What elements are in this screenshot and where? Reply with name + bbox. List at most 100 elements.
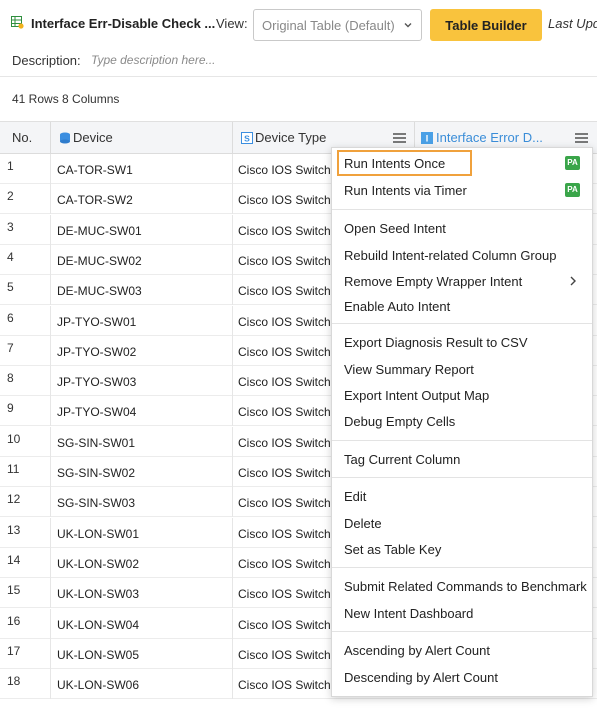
column-menu-icon[interactable] (575, 133, 588, 143)
menu-item-rebuild-intent-related-column-group[interactable]: Rebuild Intent-related Column Group (332, 242, 592, 268)
chevron-down-icon (404, 23, 412, 28)
device-cell[interactable]: JP-TYO-SW01 (57, 315, 136, 329)
column-divider (50, 396, 51, 427)
menu-item-run-intents-once[interactable]: Run Intents Once (337, 150, 472, 176)
menu-item-remove-empty-wrapper-intent[interactable]: Remove Empty Wrapper Intent (332, 268, 592, 294)
device-type-cell: Cisco IOS Switch (238, 284, 331, 299)
column-divider (232, 669, 233, 700)
row-number: 9 (7, 401, 14, 416)
column-divider (232, 214, 233, 245)
menu-divider (332, 567, 592, 568)
header-no[interactable]: No. (12, 122, 32, 154)
column-menu-icon[interactable] (393, 133, 406, 143)
menu-item-label: Enable Auto Intent (344, 299, 451, 314)
device-cell[interactable]: CA-TOR-SW1 (57, 163, 133, 177)
device-cell[interactable]: UK-LON-SW04 (57, 618, 139, 632)
column-divider (50, 457, 51, 487)
menu-item-open-seed-intent[interactable]: Open Seed Intent (332, 215, 592, 241)
menu-item-submit-related-commands-to-benchmark[interactable]: Submit Related Commands to Benchmark (332, 573, 592, 599)
view-label: View: (216, 16, 248, 31)
row-number: 1 (7, 159, 14, 173)
menu-item-edit[interactable]: Edit (332, 483, 592, 509)
column-divider (232, 517, 233, 548)
column-divider (232, 457, 233, 487)
device-cell[interactable]: SG-SIN-SW03 (57, 496, 135, 510)
menu-item-label: Set as Table Key (344, 542, 442, 557)
device-cell[interactable]: UK-LON-SW05 (57, 648, 139, 662)
device-cell[interactable]: CA-TOR-SW2 (57, 193, 133, 207)
device-type-cell: Cisco IOS Switch (238, 466, 331, 480)
header-device-type[interactable]: Device Type (255, 122, 326, 154)
header-device[interactable]: Device (73, 122, 113, 154)
row-number: 3 (7, 219, 14, 234)
menu-item-delete[interactable]: Delete (332, 510, 592, 536)
device-cell[interactable]: DE-MUC-SW01 (57, 224, 142, 238)
description-row: Description: (0, 47, 597, 75)
description-label: Description: (12, 53, 81, 68)
menu-item-label: Export Diagnosis Result to CSV (344, 335, 528, 350)
database-icon (60, 132, 70, 144)
pa-badge-icon: PA (565, 183, 580, 197)
menu-divider (332, 209, 592, 210)
menu-divider (332, 477, 592, 478)
column-divider (232, 275, 233, 306)
device-cell[interactable]: DE-MUC-SW02 (57, 254, 142, 268)
menu-item-tag-current-column[interactable]: Tag Current Column (332, 446, 592, 472)
device-cell[interactable]: JP-TYO-SW02 (57, 345, 136, 359)
table-app-icon (11, 16, 24, 29)
menu-item-label: Edit (344, 489, 367, 504)
menu-item-ascending-by-alert-count[interactable]: Ascending by Alert Count (332, 637, 592, 663)
column-divider (232, 638, 233, 669)
device-cell[interactable]: SG-SIN-SW01 (57, 436, 135, 450)
device-cell[interactable]: UK-LON-SW02 (57, 557, 139, 571)
view-select[interactable]: Original Table (Default) (253, 9, 422, 41)
device-cell[interactable]: JP-TYO-SW03 (57, 375, 136, 389)
menu-item-label: Delete (344, 516, 382, 531)
column-divider (50, 487, 51, 518)
device-cell[interactable]: UK-LON-SW01 (57, 527, 139, 541)
column-divider (50, 335, 51, 366)
menu-item-run-intents-via-timer[interactable]: Run Intents via Timer (332, 177, 592, 203)
device-type-cell: Cisco IOS Switch (238, 617, 331, 632)
device-type-cell: Cisco IOS Switch (238, 223, 331, 238)
column-divider (232, 244, 233, 275)
menu-item-enable-auto-intent[interactable]: Enable Auto Intent (332, 293, 592, 319)
table-builder-button[interactable]: Table Builder (430, 9, 542, 41)
device-cell[interactable]: UK-LON-SW06 (57, 678, 139, 692)
column-divider (232, 335, 233, 366)
menu-item-label: Run Intents via Timer (344, 183, 467, 198)
menu-item-export-intent-output-map[interactable]: Export Intent Output Map (332, 382, 592, 408)
device-cell[interactable]: DE-MUC-SW03 (57, 284, 142, 298)
column-divider (50, 122, 51, 155)
column-divider (50, 154, 51, 184)
description-input[interactable] (91, 50, 391, 70)
menu-item-debug-empty-cells[interactable]: Debug Empty Cells (332, 408, 592, 434)
view-select-value: Original Table (Default) (262, 18, 395, 33)
device-type-cell: Cisco IOS Switch (238, 375, 331, 390)
menu-item-set-as-table-key[interactable]: Set as Table Key (332, 536, 592, 562)
menu-item-label: Open Seed Intent (344, 221, 446, 236)
device-type-cell: Cisco IOS Switch (238, 526, 331, 541)
chevron-right-icon (570, 276, 576, 286)
device-type-cell: Cisco IOS Switch (238, 587, 331, 602)
row-number: 11 (7, 462, 20, 476)
device-type-cell: Cisco IOS Switch (238, 163, 331, 177)
menu-item-view-summary-report[interactable]: View Summary Report (332, 356, 592, 382)
menu-item-descending-by-alert-count[interactable]: Descending by Alert Count (332, 664, 592, 690)
column-divider (232, 122, 233, 155)
menu-item-new-intent-dashboard[interactable]: New Intent Dashboard (332, 600, 592, 626)
column-divider (50, 578, 51, 609)
device-cell[interactable]: UK-LON-SW03 (57, 587, 139, 601)
column-divider (232, 608, 233, 639)
column-divider (232, 396, 233, 427)
menu-item-label: Submit Related Commands to Benchmark (344, 579, 587, 594)
device-cell[interactable]: JP-TYO-SW04 (57, 405, 136, 419)
menu-item-label: Run Intents Once (344, 156, 446, 171)
device-cell[interactable]: SG-SIN-SW02 (57, 466, 135, 480)
context-menu: Run Intents Once PA Run Intents via Timer P… (331, 147, 593, 697)
device-type-cell: Cisco IOS Switch (238, 344, 331, 359)
row-number: 6 (7, 310, 14, 325)
menu-item-label: Debug Empty Cells (344, 414, 456, 429)
column-divider (50, 366, 51, 397)
menu-item-export-diagnosis-result-to-csv[interactable]: Export Diagnosis Result to CSV (332, 329, 592, 355)
